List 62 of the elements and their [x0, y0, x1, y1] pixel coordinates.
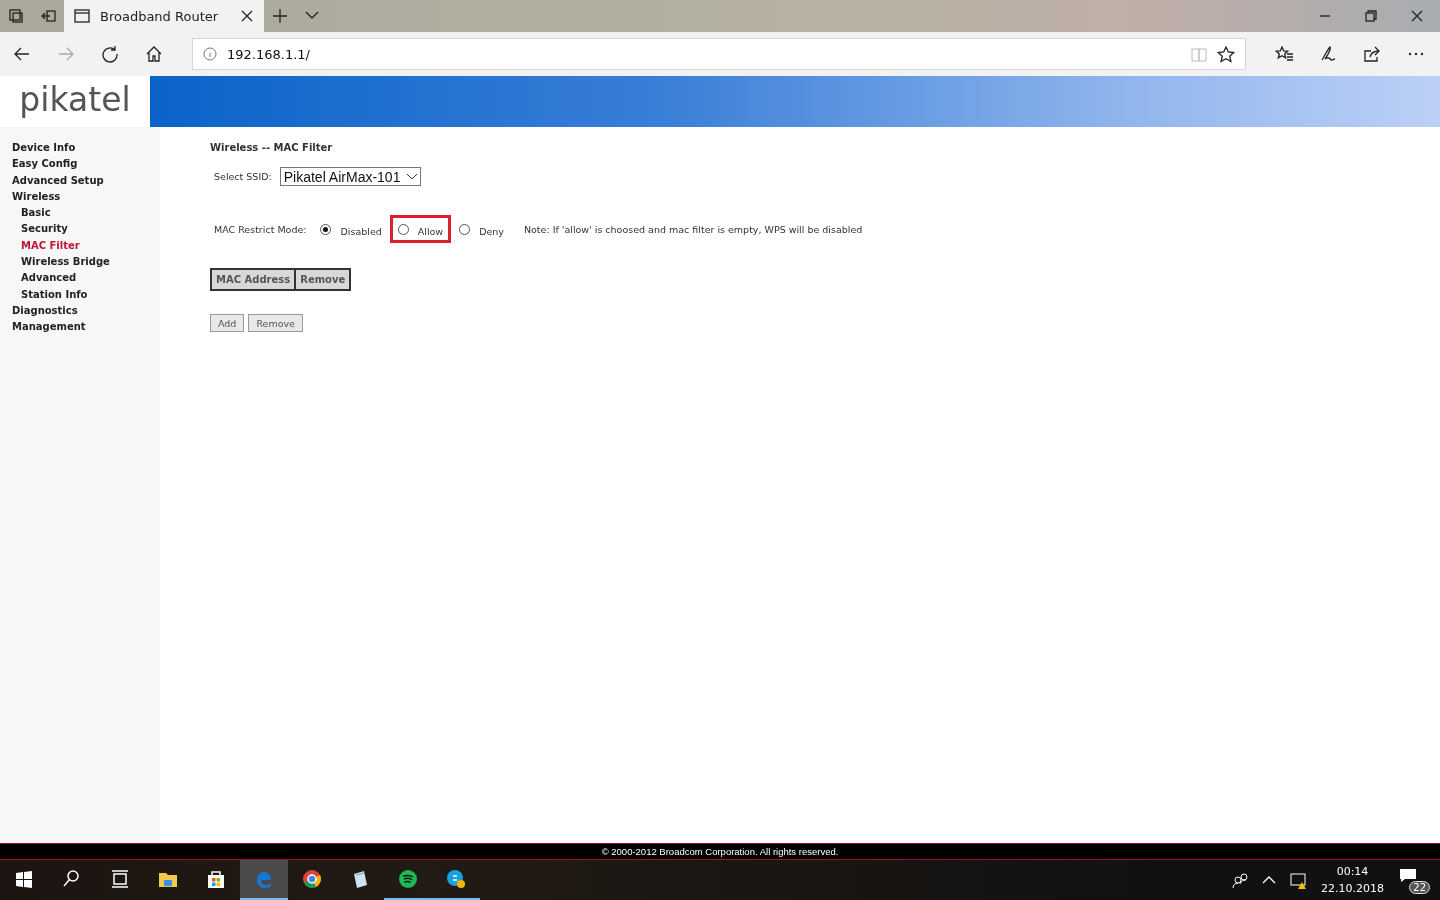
- tabs-icon[interactable]: [8, 8, 24, 24]
- sidebar-item[interactable]: Basic: [12, 205, 160, 222]
- new-tab-icon[interactable]: [272, 8, 288, 24]
- sidebar-item[interactable]: Station Info: [12, 286, 160, 303]
- sidebar-item[interactable]: Advanced Setup: [12, 172, 160, 189]
- refresh-icon[interactable]: [101, 45, 119, 63]
- tab-title: Broadband Router: [100, 8, 220, 24]
- search-icon: [62, 869, 82, 889]
- chat-app-icon: [446, 869, 466, 889]
- ssid-dropdown[interactable]: Pikatel AirMax-101: [279, 167, 422, 186]
- radio-label: Allow: [417, 224, 444, 237]
- pen-icon[interactable]: [1319, 45, 1337, 63]
- action-button[interactable]: Remove: [248, 314, 303, 332]
- sidebar-item[interactable]: Security: [12, 221, 160, 238]
- copyright-text: © 2000-2012 Broadcom Corporation. All rights reserved.: [601, 846, 839, 857]
- field-label: Select SSID:: [214, 171, 272, 182]
- browser-e-icon: [254, 869, 274, 889]
- page-title: Wireless -- MAC Filter: [210, 142, 334, 153]
- clock[interactable]: 00:14 22.10.2018: [1321, 863, 1384, 897]
- sidebar-item[interactable]: MAC Filter: [12, 237, 160, 255]
- address-bar[interactable]: 192.168.1.1/: [192, 38, 1246, 70]
- note-text: Note: If 'allow' is choosed and mac filter is empty, WPS will be disabled: [523, 223, 863, 235]
- shopping-bag-icon: [206, 869, 226, 889]
- radio-button[interactable]: [459, 223, 471, 235]
- favorites-list-icon[interactable]: [1275, 46, 1293, 62]
- task-view-icon: [110, 869, 130, 889]
- sidebar-item[interactable]: Device Info: [12, 140, 160, 157]
- network-warning-icon[interactable]: [1290, 871, 1307, 889]
- people-icon[interactable]: [1232, 872, 1248, 888]
- radio-label: Disabled: [340, 224, 382, 237]
- info-icon: [203, 47, 217, 61]
- windows-logo-icon: [14, 869, 34, 889]
- restore-icon[interactable]: [1365, 10, 1377, 22]
- action-button[interactable]: Add: [210, 314, 245, 332]
- message-icon: [1398, 866, 1418, 884]
- sidebar-item[interactable]: Diagnostics: [12, 302, 160, 320]
- sidebar-item[interactable]: Wireless Bridge: [12, 254, 160, 271]
- close-icon[interactable]: [1411, 10, 1423, 22]
- music-app-icon: [398, 869, 418, 889]
- browser-tab[interactable]: Broadband Router: [64, 0, 264, 32]
- share-icon[interactable]: [1363, 45, 1381, 63]
- chevron-down-icon: [406, 172, 419, 181]
- home-icon[interactable]: [145, 45, 163, 63]
- radio-label: Deny: [479, 224, 504, 237]
- column-header: MAC Address: [211, 269, 296, 290]
- sidebar-item[interactable]: Advanced: [12, 270, 160, 287]
- field-label: MAC Restrict Mode:: [214, 223, 307, 235]
- chevron-up-icon[interactable]: [1262, 875, 1276, 885]
- set-aside-tabs-icon[interactable]: [40, 8, 56, 24]
- back-icon[interactable]: [13, 45, 31, 63]
- browser-ball-icon: [302, 869, 322, 889]
- radio-button[interactable]: [320, 223, 332, 235]
- column-header: Remove: [295, 269, 351, 290]
- sidebar-item[interactable]: Management: [12, 319, 160, 336]
- radio-button[interactable]: [397, 223, 409, 235]
- more-icon[interactable]: [1407, 50, 1425, 58]
- close-icon[interactable]: [240, 9, 254, 23]
- page-icon: [74, 8, 90, 24]
- sidebar-item[interactable]: Wireless: [12, 188, 160, 206]
- favorite-star-icon[interactable]: [1217, 45, 1235, 63]
- url-text: 192.168.1.1/: [227, 46, 311, 62]
- sidebar-item[interactable]: Easy Config: [12, 156, 160, 173]
